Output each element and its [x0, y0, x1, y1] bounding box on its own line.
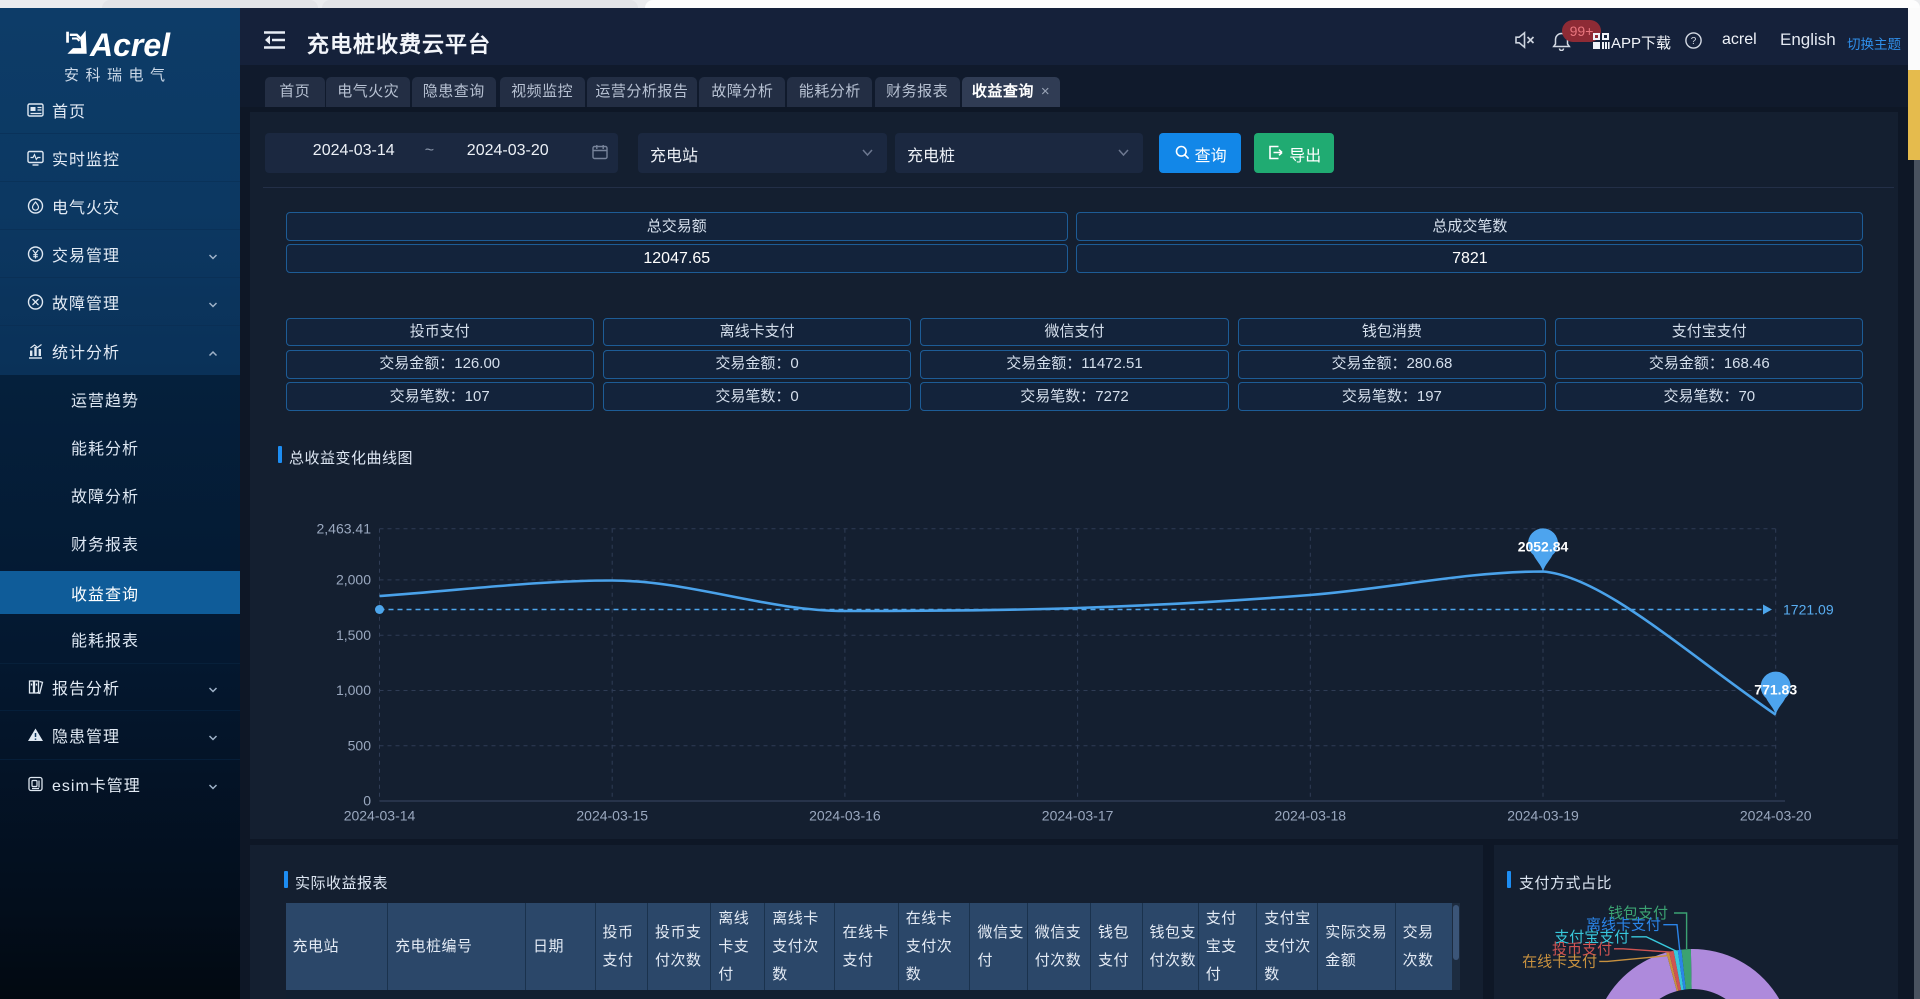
- svg-text:500: 500: [348, 737, 372, 753]
- svg-text:1,500: 1,500: [336, 627, 371, 643]
- svg-text:2,463.41: 2,463.41: [317, 520, 372, 536]
- svg-text:?: ?: [1691, 36, 1697, 47]
- svg-text:2024-03-15: 2024-03-15: [576, 808, 648, 824]
- svg-text:在线卡支付: 在线卡支付: [1522, 953, 1597, 970]
- svg-text:1,000: 1,000: [336, 682, 371, 698]
- svg-text:2024-03-17: 2024-03-17: [1042, 808, 1114, 824]
- svg-text:0: 0: [363, 793, 371, 809]
- svg-text:2024-03-14: 2024-03-14: [344, 808, 416, 824]
- svg-text:1721.09: 1721.09: [1783, 601, 1834, 617]
- svg-text:2024-03-18: 2024-03-18: [1274, 808, 1346, 824]
- svg-text:2,000: 2,000: [336, 572, 371, 588]
- svg-text:2024-03-19: 2024-03-19: [1507, 808, 1579, 824]
- svg-text:771.83: 771.83: [1754, 682, 1797, 698]
- svg-text:2024-03-20: 2024-03-20: [1740, 808, 1812, 824]
- svg-text:Acrel: Acrel: [89, 27, 171, 63]
- svg-text:2024-03-16: 2024-03-16: [809, 808, 881, 824]
- svg-text:2052.84: 2052.84: [1518, 539, 1569, 555]
